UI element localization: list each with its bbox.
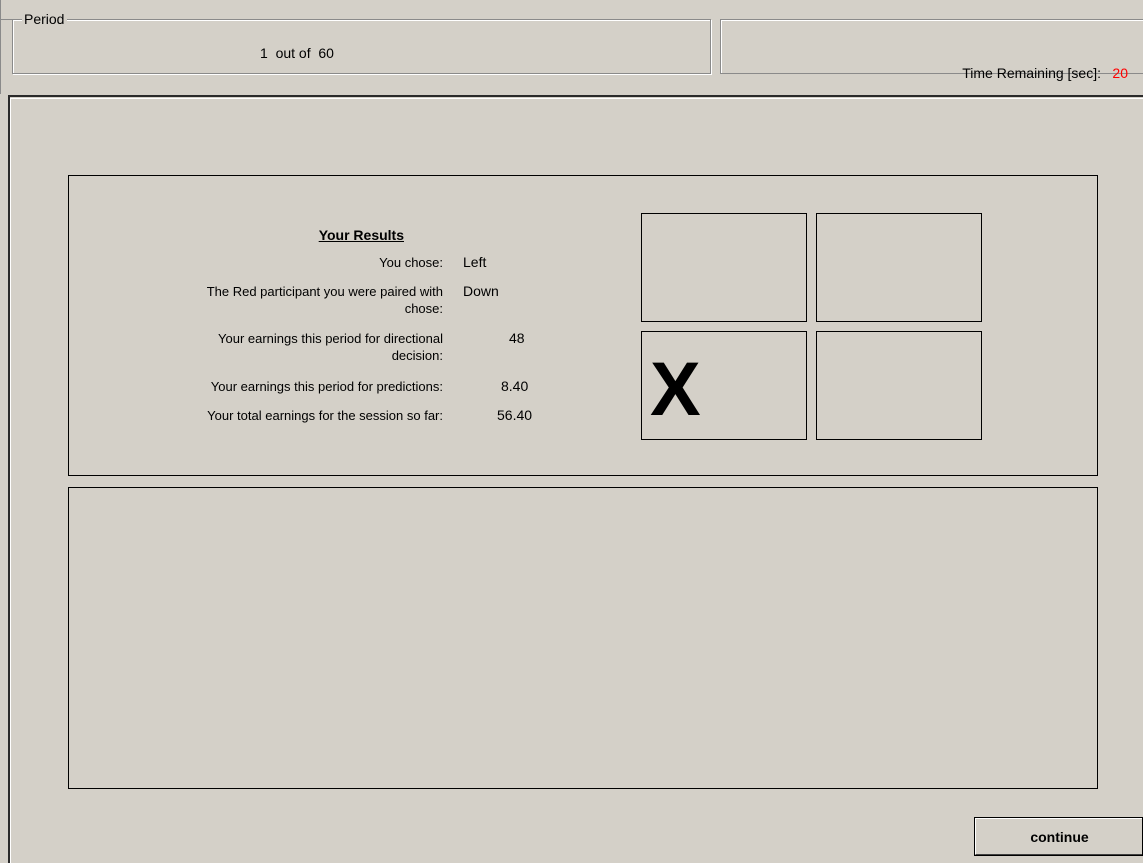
result-label-directional-earnings: Your earnings this period for directiona… [218, 330, 443, 364]
period-legend: Period [22, 11, 68, 27]
result-label-red-participant: The Red participant you were paired with… [207, 283, 443, 317]
result-label-directional-earnings-line1: Your earnings this period for directiona… [218, 331, 443, 346]
message-panel [68, 487, 1098, 789]
grid-cell-top-left [641, 213, 807, 322]
period-separator: out of [275, 45, 311, 61]
time-remaining-box: Time Remaining [sec]: 20 [720, 19, 1143, 81]
result-label-red-participant-line1: The Red participant you were paired with [206, 284, 443, 299]
grid-cell-top-right [816, 213, 982, 322]
grid-cell-bottom-right [816, 331, 982, 440]
period-current: 1 [260, 45, 268, 61]
result-value-directional-earnings: 48 [509, 330, 525, 346]
result-label-directional-earnings-line2: decision: [391, 348, 443, 363]
result-value-you-chose: Left [463, 254, 487, 270]
grid-cell-bottom-left-mark: X [650, 346, 701, 432]
result-value-red-participant: Down [463, 283, 499, 299]
time-remaining-label: Time Remaining [sec]: [962, 65, 1101, 81]
result-label-prediction-earnings: Your earnings this period for prediction… [210, 379, 443, 394]
continue-button[interactable]: continue [974, 817, 1143, 856]
period-total: 60 [318, 45, 334, 61]
result-label-total-earnings: Your total earnings for the session so f… [207, 408, 443, 423]
result-label-you-chose: You chose: [379, 255, 443, 270]
grid-cell-bottom-left: X [641, 331, 807, 440]
results-title: Your Results [318, 227, 404, 243]
result-value-total-earnings: 56.40 [497, 407, 533, 423]
result-value-prediction-earnings: 8.40 [501, 378, 529, 394]
period-box [12, 19, 711, 74]
time-remaining-value: 20 [1112, 65, 1128, 81]
result-label-red-participant-line2: chose: [404, 301, 443, 316]
period-counter: 1 out of 60 [260, 45, 334, 61]
